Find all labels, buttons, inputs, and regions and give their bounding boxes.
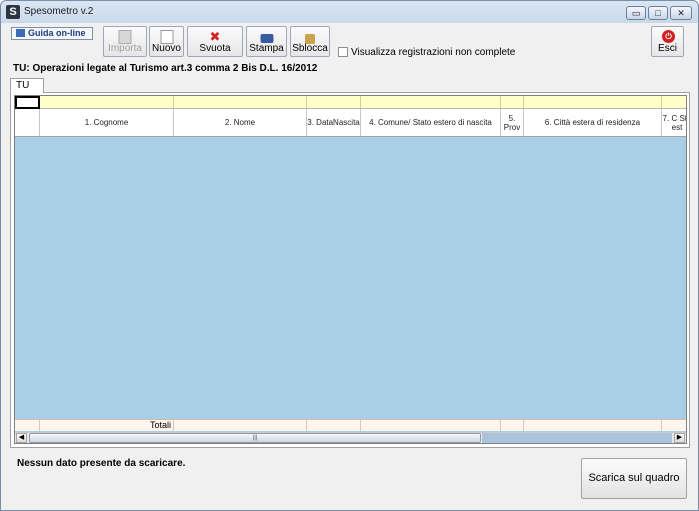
totals-cell: [501, 420, 524, 431]
import-label: Importa: [108, 43, 142, 54]
horizontal-scrollbar[interactable]: ◀ ||| ▶: [15, 432, 686, 443]
totals-cell: [307, 420, 361, 431]
column-header-comune[interactable]: 4. Comune/ Stato estero di nascita: [361, 109, 501, 136]
filter-cell-citta[interactable]: [524, 96, 662, 108]
column-headers: 1. Cognome 2. Nome 3. DataNascita 4. Com…: [15, 109, 686, 137]
window-title: Spesometro v.2: [24, 6, 94, 17]
status-message: Nessun dato presente da scaricare.: [17, 458, 186, 469]
clear-icon: ✖: [209, 29, 221, 44]
maximize-button[interactable]: □: [648, 6, 668, 20]
clear-button[interactable]: ✖ Svuota: [187, 26, 243, 57]
import-icon: [118, 30, 132, 44]
filter-cell-stato[interactable]: [662, 96, 686, 108]
minimize-button[interactable]: ▭: [626, 6, 646, 20]
column-header-nome[interactable]: 2. Nome: [174, 109, 307, 136]
totals-cell: [361, 420, 501, 431]
new-button[interactable]: Nuovo: [149, 26, 184, 57]
new-document-icon: [160, 30, 173, 44]
filter-cell-datanascita[interactable]: [307, 96, 361, 108]
print-label: Stampa: [249, 43, 284, 54]
totals-label: Totali: [40, 420, 174, 431]
scroll-right-icon[interactable]: ▶: [674, 433, 685, 443]
exit-label: Esci: [658, 43, 677, 54]
unlock-button[interactable]: Sblocca: [290, 26, 330, 57]
close-button[interactable]: ✕: [670, 6, 692, 20]
show-incomplete-toggle[interactable]: Visualizza registrazioni non complete: [338, 47, 515, 58]
filter-row[interactable]: [15, 96, 686, 109]
column-header-prov[interactable]: 5. Prov: [501, 109, 524, 136]
data-grid[interactable]: 1. Cognome 2. Nome 3. DataNascita 4. Com…: [14, 95, 687, 444]
show-incomplete-checkbox[interactable]: [338, 47, 348, 57]
app-window: S Spesometro v.2 ▭ □ ✕ Guida on-line Imp…: [0, 0, 699, 511]
scrollbar-thumb[interactable]: |||: [29, 433, 481, 443]
filter-cell-selected[interactable]: [15, 96, 40, 109]
filter-cell-comune[interactable]: [361, 96, 501, 108]
filter-cell-nome[interactable]: [174, 96, 307, 108]
section-title: TU: Operazioni legate al Turismo art.3 c…: [13, 63, 318, 74]
grid-body[interactable]: [15, 138, 686, 420]
power-icon: ⏻: [662, 30, 675, 43]
column-header-datanascita[interactable]: 3. DataNascita: [307, 109, 361, 136]
unlock-label: Sblocca: [292, 43, 328, 54]
filter-cell-prov[interactable]: [501, 96, 524, 108]
app-icon: S: [6, 5, 20, 19]
scroll-left-icon[interactable]: ◀: [16, 433, 27, 443]
column-header-row-selector[interactable]: [15, 109, 40, 136]
exit-button[interactable]: ⏻ Esci: [651, 26, 684, 57]
printer-icon: [260, 34, 273, 43]
totals-row: Totali: [15, 419, 686, 431]
online-help-button[interactable]: Guida on-line: [11, 27, 93, 40]
column-header-citta[interactable]: 6. Città estera di residenza: [524, 109, 662, 136]
totals-cell: [15, 420, 40, 431]
scrollbar-track[interactable]: [482, 433, 672, 443]
tab-tu[interactable]: TU: [10, 78, 44, 93]
show-incomplete-label: Visualizza registrazioni non complete: [351, 47, 516, 58]
column-header-cognome[interactable]: 1. Cognome: [40, 109, 174, 136]
totals-cell: [174, 420, 307, 431]
title-bar[interactable]: S Spesometro v.2 ▭ □ ✕: [1, 1, 698, 23]
import-button[interactable]: Importa: [103, 26, 147, 57]
help-icon: [16, 29, 25, 37]
new-label: Nuovo: [152, 43, 181, 54]
download-to-form-button[interactable]: Scarica sul quadro: [581, 458, 687, 499]
clear-label: Svuota: [199, 43, 231, 54]
totals-cell: [524, 420, 662, 431]
column-header-stato[interactable]: 7. C Sta est: [662, 109, 686, 136]
online-help-label: Guida on-line: [28, 28, 86, 38]
filter-cell-cognome[interactable]: [40, 96, 174, 108]
print-button[interactable]: Stampa: [246, 26, 287, 57]
